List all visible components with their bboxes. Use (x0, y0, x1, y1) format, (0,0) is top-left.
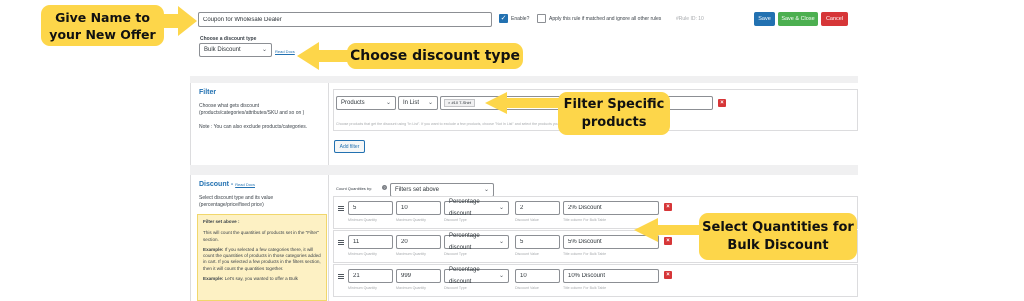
filter-type-select[interactable]: Products ⌄ (336, 96, 396, 110)
add-filter-button[interactable]: Add filter (334, 140, 365, 153)
filter-type-value: Products (341, 100, 365, 106)
help-icon[interactable]: ? (382, 185, 387, 190)
max-quantity-label: Maximum Quantity (396, 252, 426, 256)
max-quantity-input[interactable] (396, 235, 441, 249)
drag-handle-icon[interactable] (338, 274, 344, 279)
remove-filter-button[interactable]: × (718, 99, 726, 107)
discount-type-row-label: Discount Type (444, 218, 467, 222)
callout-filter: Filter Specific products (558, 92, 670, 135)
filter-desc: Choose what gets discount (199, 103, 260, 109)
arrow-icon (160, 6, 197, 36)
count-quantities-label: Count Quantities by: (336, 186, 373, 191)
discount-docs-link[interactable]: Read Docs (235, 182, 255, 187)
apply-rule-label: Apply this rule if matched and ignore al… (549, 16, 662, 22)
save-close-button[interactable]: Save & Close (778, 12, 818, 26)
divider (328, 175, 329, 301)
discount-type-row-label: Discount Type (444, 286, 467, 290)
discount-type-select[interactable]: Bulk Discount ⌄ (199, 43, 272, 57)
min-quantity-input[interactable] (348, 269, 393, 283)
remove-range-button[interactable]: × (664, 203, 672, 211)
offer-name-input[interactable] (198, 12, 492, 27)
chevron-down-icon: ⌄ (483, 187, 489, 193)
discount-type-row-select[interactable]: Percentage discount ⌄ (444, 267, 509, 285)
min-quantity-label: Minimum Quantity (348, 252, 377, 256)
filter-condition-select[interactable]: In List ⌄ (398, 96, 438, 110)
arrow-icon (485, 92, 564, 114)
discount-type-row-label: Discount Type (444, 252, 467, 256)
discount-value-input[interactable] (515, 201, 560, 215)
section-divider (190, 165, 858, 175)
filter-desc: (products/categories/attributes/SKU and … (199, 110, 305, 116)
callout-discount-type: Choose discount type (347, 43, 523, 69)
callout-offer-name: Give Name to your New Offer (41, 5, 164, 46)
discount-type-value: Bulk Discount (204, 47, 241, 53)
help-example-label: Example: (203, 276, 224, 282)
bulk-title-input[interactable] (563, 201, 659, 215)
discount-type-docs-link[interactable]: Read Docs (275, 49, 295, 54)
discount-desc: Select discount type and its value (199, 195, 274, 201)
discount-heading: Discount - Read Docs (199, 181, 255, 188)
discount-value-label: Discount Value (515, 218, 539, 222)
discount-title: Discount - (199, 181, 236, 188)
divider (190, 175, 191, 301)
chevron-down-icon: ⌄ (498, 273, 504, 279)
min-quantity-input[interactable] (348, 201, 393, 215)
discount-value-input[interactable] (515, 269, 560, 283)
chevron-down-icon: ⌄ (261, 47, 267, 53)
filter-title: Filter (199, 89, 217, 96)
discount-type-row-value: Percentage discount (449, 199, 480, 217)
filter-condition-value: In List (403, 100, 420, 106)
discount-value-label: Discount Value (515, 286, 539, 290)
arrow-icon (297, 42, 351, 70)
max-quantity-input[interactable] (396, 201, 441, 215)
chevron-down-icon: ⌄ (498, 205, 504, 211)
divider (328, 83, 329, 165)
save-button[interactable]: Save (754, 12, 775, 26)
enable-checkbox[interactable]: ✓ (499, 14, 508, 23)
chevron-down-icon: ⌄ (427, 100, 433, 106)
discount-type-row-value: Percentage discount (449, 267, 480, 285)
bulk-title-label: Title column For Bulk Table (563, 286, 607, 290)
help-title: Filter set above : (203, 219, 240, 224)
drag-handle-icon[interactable] (338, 240, 344, 245)
help-example-text: Let's say, you wanted to offer a Bulk (224, 276, 298, 282)
discount-type-label: Choose a discount type (200, 36, 257, 42)
cancel-button[interactable]: Cancel (821, 12, 848, 26)
chevron-down-icon: ⌄ (385, 100, 391, 106)
min-quantity-label: Minimum Quantity (348, 218, 377, 222)
section-divider (190, 76, 858, 83)
rule-id: #Rule ID: 10 (676, 16, 704, 22)
discount-type-row-select[interactable]: Percentage discount ⌄ (444, 233, 509, 251)
help-example-label: Example: (203, 246, 224, 252)
max-quantity-label: Maximum Quantity (396, 286, 426, 290)
discount-value-input[interactable] (515, 235, 560, 249)
divider (190, 83, 191, 165)
discount-value-label: Discount Value (515, 252, 539, 256)
chevron-down-icon: ⌄ (498, 239, 504, 245)
bulk-title-input[interactable] (563, 269, 659, 283)
enable-label: Enable? (511, 16, 530, 22)
min-quantity-label: Minimum Quantity (348, 286, 377, 290)
count-help-box: Filter set above : This will count the q… (197, 214, 327, 301)
filter-note: Note : You can also exclude products/cat… (199, 124, 308, 130)
help-text: This will count the quantities of produc… (203, 230, 320, 242)
bulk-title-label: Title column For Bulk Table (563, 252, 607, 256)
callout-quantities: Select Quantities for Bulk Discount (699, 213, 857, 260)
max-quantity-label: Maximum Quantity (396, 218, 426, 222)
help-text: Example: Let's say, you wanted to offer … (203, 276, 321, 282)
bulk-title-label: Title column For Bulk Table (563, 218, 607, 222)
discount-type-row-value: Percentage discount (449, 233, 480, 251)
min-quantity-input[interactable] (348, 235, 393, 249)
remove-range-button[interactable]: × (664, 271, 672, 279)
apply-rule-checkbox[interactable] (537, 14, 546, 23)
discount-type-row-select[interactable]: Percentage discount ⌄ (444, 199, 509, 217)
product-chip[interactable]: × #10 T-Shirt (444, 99, 475, 107)
count-quantities-select[interactable]: Filters set above ⌄ (390, 183, 494, 197)
max-quantity-input[interactable] (396, 269, 441, 283)
arrow-icon (634, 218, 703, 242)
drag-handle-icon[interactable] (338, 206, 344, 211)
help-text: Example: If you selected a few categorie… (203, 247, 321, 272)
count-quantities-value: Filters set above (395, 187, 440, 193)
discount-desc: (percentage/price/fixed price) (199, 202, 264, 208)
